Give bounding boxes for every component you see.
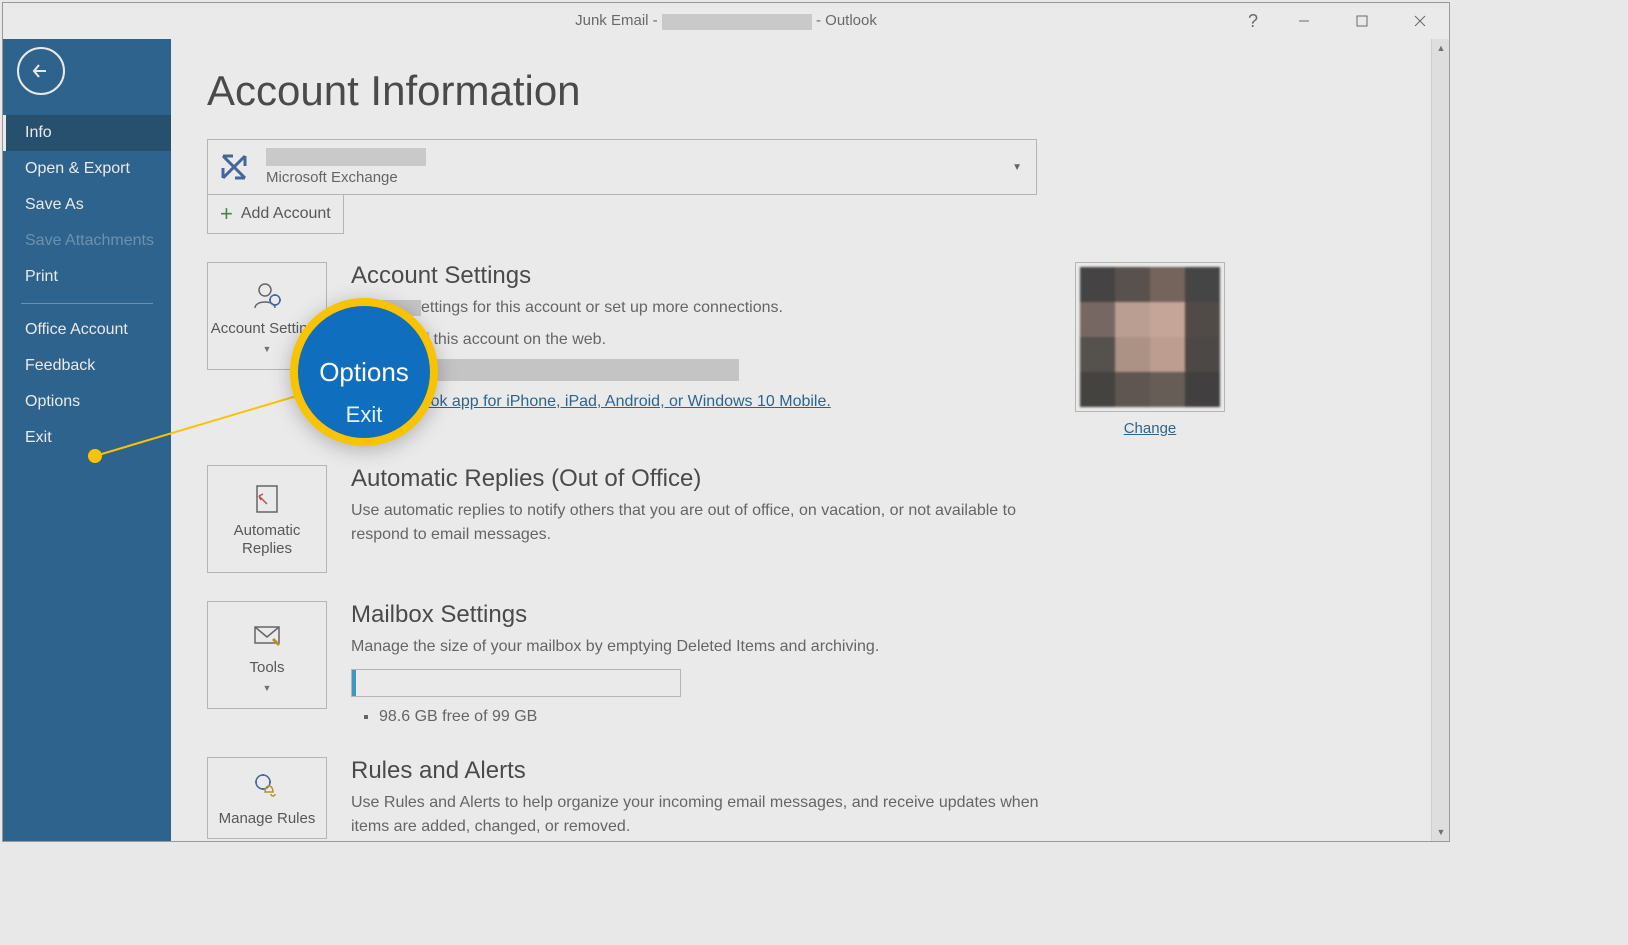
maximize-button[interactable] xyxy=(1333,3,1391,39)
section-body: Rules and Alerts Use Rules and Alerts to… xyxy=(351,757,1051,839)
title-account-redacted xyxy=(662,14,812,30)
vertical-scrollbar[interactable]: ▲ ▼ xyxy=(1431,39,1449,841)
tools-icon xyxy=(249,617,285,653)
scroll-up-arrow[interactable]: ▲ xyxy=(1432,39,1449,57)
sidebar-menu: Info Open & Export Save As Save Attachme… xyxy=(3,115,171,456)
add-account-button[interactable]: + Add Account xyxy=(207,194,344,234)
chevron-down-icon: ▼ xyxy=(1012,162,1022,173)
chevron-down-icon: ▼ xyxy=(263,683,272,693)
sidebar-item-save-as[interactable]: Save As xyxy=(3,187,171,223)
callout-below-text: Exit xyxy=(346,402,383,428)
sidebar-item-office-account[interactable]: Office Account xyxy=(3,312,171,348)
section-rules-alerts: Manage Rules Rules and Alerts Use Rules … xyxy=(207,757,1449,839)
body: Info Open & Export Save As Save Attachme… xyxy=(3,39,1449,841)
tile-automatic-replies[interactable]: Automatic Replies xyxy=(207,465,327,573)
back-button[interactable] xyxy=(17,47,65,95)
section-desc: ettings for this account or set up more … xyxy=(351,296,1051,414)
sidebar-item-feedback[interactable]: Feedback xyxy=(3,348,171,384)
sidebar-item-save-attachments: Save Attachments xyxy=(3,223,171,259)
line2: this account on the web. xyxy=(433,331,606,348)
section-body: Mailbox Settings Manage the size of your… xyxy=(351,601,1051,729)
section-desc: Manage the size of your mailbox by empty… xyxy=(351,635,1051,659)
backstage-sidebar: Info Open & Export Save As Save Attachme… xyxy=(3,39,171,841)
account-dropdown[interactable]: Microsoft Exchange ▼ xyxy=(207,139,1037,195)
rules-icon xyxy=(249,768,285,804)
pixelated-avatar xyxy=(1080,267,1220,407)
account-email-redacted xyxy=(266,148,426,166)
help-button[interactable]: ? xyxy=(1231,3,1275,39)
scroll-down-arrow[interactable]: ▼ xyxy=(1432,823,1449,841)
section-mailbox-settings: Tools ▼ Mailbox Settings Manage the size… xyxy=(207,601,1449,729)
section-desc: Use Rules and Alerts to help organize yo… xyxy=(351,791,1051,839)
tile-label: Manage Rules xyxy=(219,810,316,828)
titlebar: Junk Email - - Outlook ? xyxy=(3,3,1449,39)
minimize-button[interactable] xyxy=(1275,3,1333,39)
automatic-replies-icon xyxy=(249,480,285,516)
change-picture-link[interactable]: Change xyxy=(1075,420,1225,437)
section-title: Mailbox Settings xyxy=(351,601,1051,629)
get-app-link[interactable]: e Outlook app for iPhone, iPad, Android,… xyxy=(379,393,831,410)
callout-main-text: Options xyxy=(319,357,409,388)
line1: ettings for this account or set up more … xyxy=(421,299,783,316)
tile-tools[interactable]: Tools ▼ xyxy=(207,601,327,709)
section-title: Rules and Alerts xyxy=(351,757,1051,785)
sidebar-separator xyxy=(21,303,153,304)
sidebar-item-exit[interactable]: Exit xyxy=(3,420,171,456)
close-button[interactable] xyxy=(1391,3,1449,39)
plus-icon: + xyxy=(220,201,233,227)
callout-magnifier: Options Exit xyxy=(290,298,438,446)
title-prefix: Junk Email - xyxy=(575,12,662,29)
outlook-window: Junk Email - - Outlook ? Info Open & Exp… xyxy=(2,2,1450,842)
section-body: Automatic Replies (Out of Office) Use au… xyxy=(351,465,1051,573)
exchange-icon xyxy=(214,147,254,187)
quota-value: 98.6 GB free of 99 GB xyxy=(379,705,1051,729)
sidebar-item-info[interactable]: Info xyxy=(3,115,171,151)
section-automatic-replies: Automatic Replies Automatic Replies (Out… xyxy=(207,465,1449,573)
quota-text: 98.6 GB free of 99 GB xyxy=(351,705,1051,729)
chevron-down-icon: ▼ xyxy=(263,344,272,354)
window-controls: ? xyxy=(1231,3,1449,39)
account-type: Microsoft Exchange xyxy=(266,169,426,186)
profile-picture xyxy=(1075,262,1225,412)
add-account-label: Add Account xyxy=(241,205,331,223)
section-desc: Use automatic replies to notify others t… xyxy=(351,499,1051,547)
quota-fill xyxy=(352,670,356,696)
tile-label: Automatic Replies xyxy=(208,522,326,558)
section-body: Account Settings ettings for this accoun… xyxy=(351,262,1051,437)
profile-pic-block: Change xyxy=(1075,262,1225,437)
callout-anchor-dot xyxy=(88,449,102,463)
account-settings-icon xyxy=(249,278,285,314)
arrow-left-icon xyxy=(28,58,54,84)
account-text: Microsoft Exchange xyxy=(266,148,426,186)
tile-manage-rules[interactable]: Manage Rules xyxy=(207,757,327,839)
sidebar-item-options[interactable]: Options xyxy=(3,384,171,420)
section-title: Account Settings xyxy=(351,262,1051,290)
sidebar-item-print[interactable]: Print xyxy=(3,259,171,295)
title-suffix: - Outlook xyxy=(816,12,877,29)
window-title: Junk Email - - Outlook xyxy=(575,12,877,29)
section-title: Automatic Replies (Out of Office) xyxy=(351,465,1051,493)
tile-label: Tools xyxy=(249,659,284,677)
mailbox-quota-bar xyxy=(351,669,681,697)
sidebar-item-open-export[interactable]: Open & Export xyxy=(3,151,171,187)
page-title: Account Information xyxy=(207,67,1449,115)
